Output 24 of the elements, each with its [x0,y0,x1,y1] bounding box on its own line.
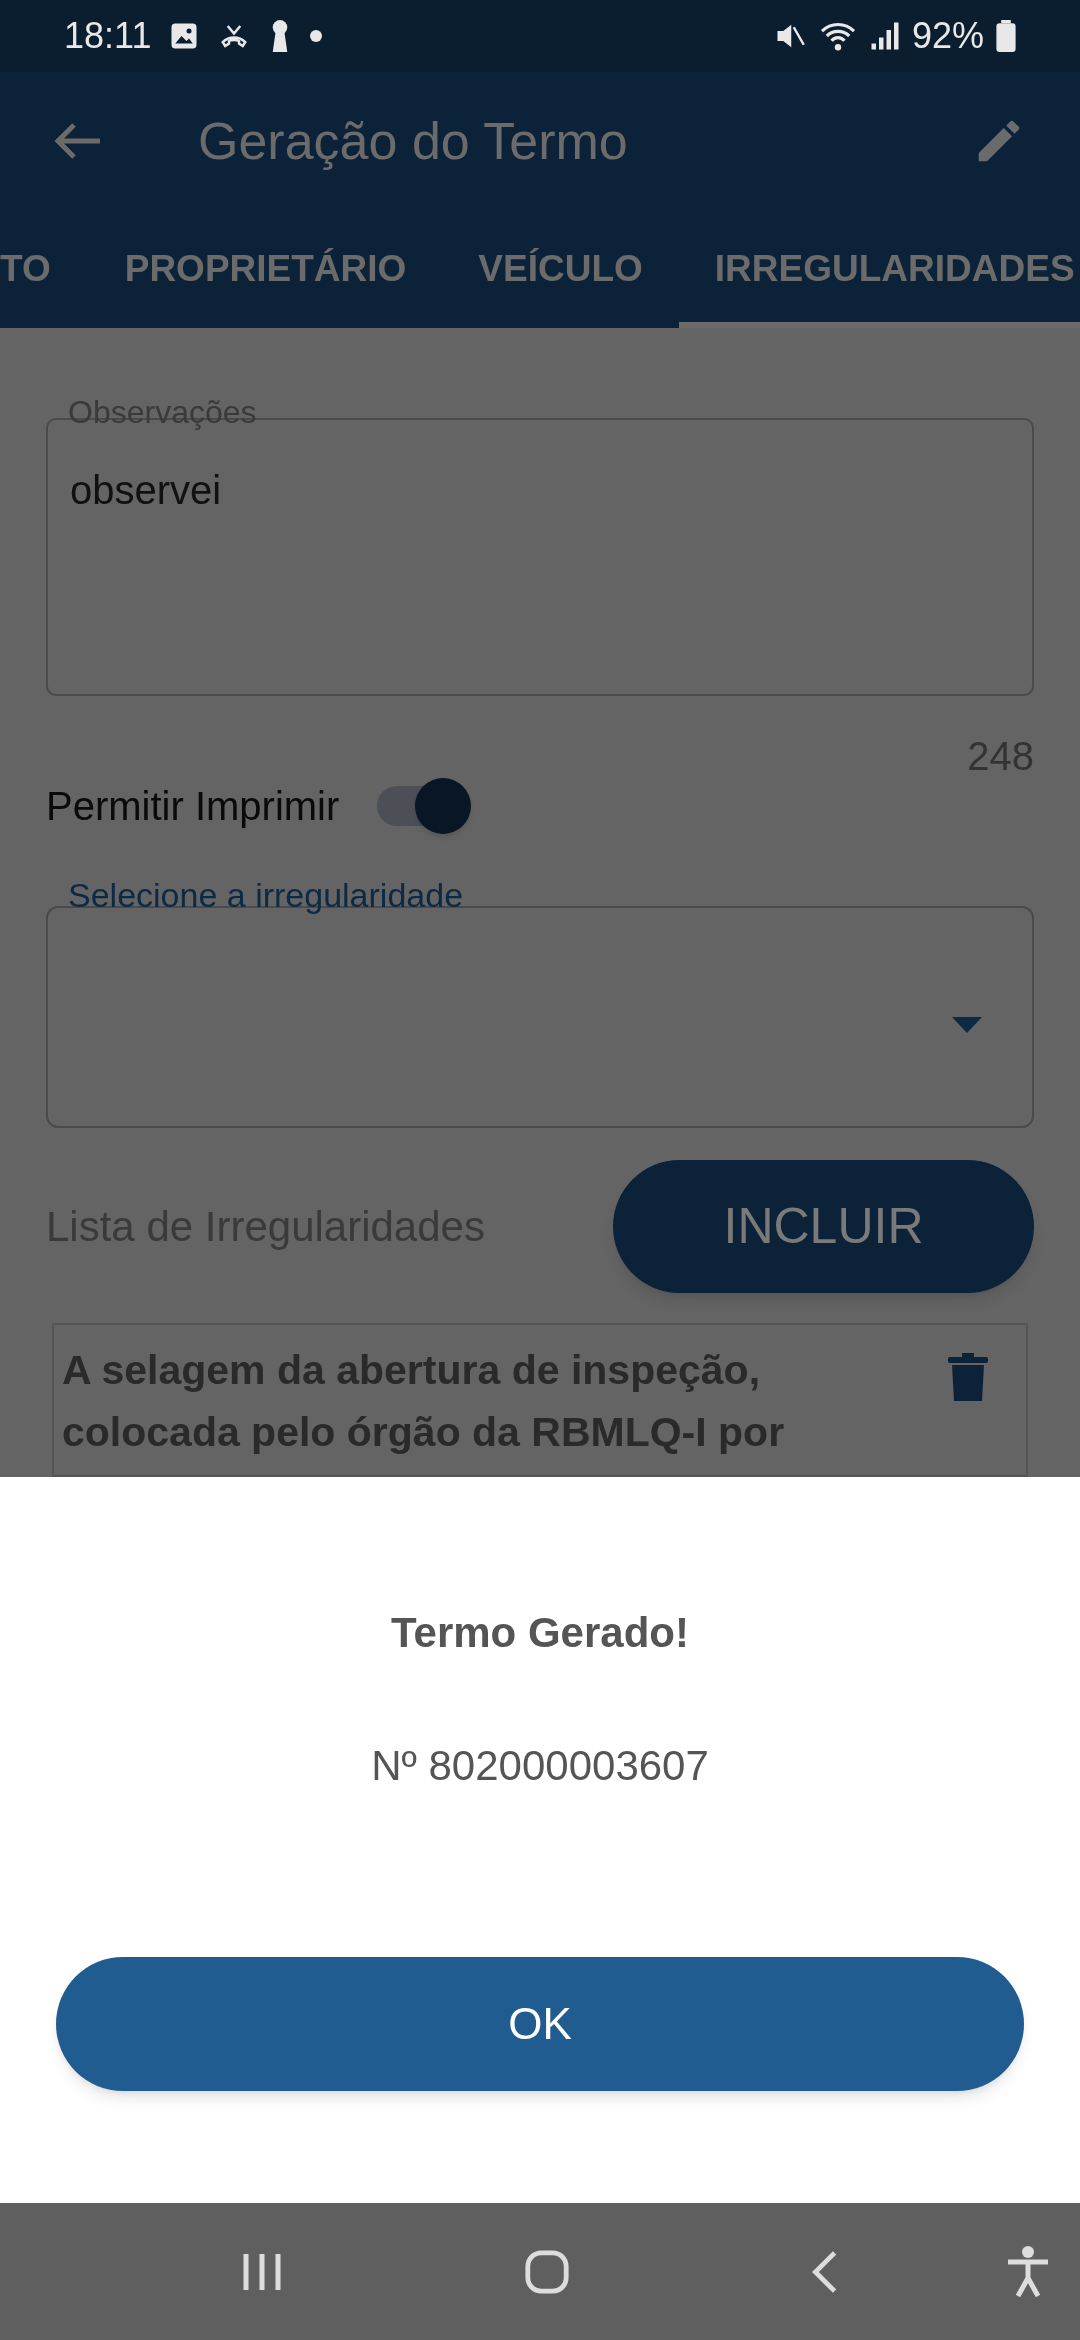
home-icon[interactable] [524,2248,570,2295]
status-time: 18:11 [64,14,152,58]
tab[interactable]: TO [0,210,89,328]
field-label: Selecione a irregularidade [68,878,464,912]
term-number: Nº 802000003607 [371,1741,709,1791]
battery-percent: 92% [911,14,984,58]
tab[interactable]: VEÍCULO [442,210,679,328]
battery-icon [996,20,1016,52]
tab[interactable]: IRREGULARIDADES [678,210,1080,328]
tab[interactable]: PROPRIETÁRIO [88,210,443,328]
irregularity-text: A selagem da abertura de inspeção, colocada pelo órgão da RBMLQ-I por [62,1346,786,1457]
ok-button[interactable]: OK [56,1957,1024,2091]
signal-icon [869,21,900,51]
back-arrow-icon[interactable] [54,121,102,161]
toggle-label: Permitir Imprimir [46,783,340,830]
include-button[interactable]: INCLUIR [613,1160,1034,1293]
image-icon [169,21,200,51]
dropdown-caret-icon [952,1017,982,1033]
dot-icon [309,29,324,43]
observations-field[interactable]: observei [46,418,1034,696]
dialog-title: Termo Gerado! [391,1608,689,1658]
screen-title: Geração do Termo [198,111,629,172]
accessibility-icon[interactable] [1006,2245,1050,2298]
trash-icon[interactable] [948,1353,988,1403]
